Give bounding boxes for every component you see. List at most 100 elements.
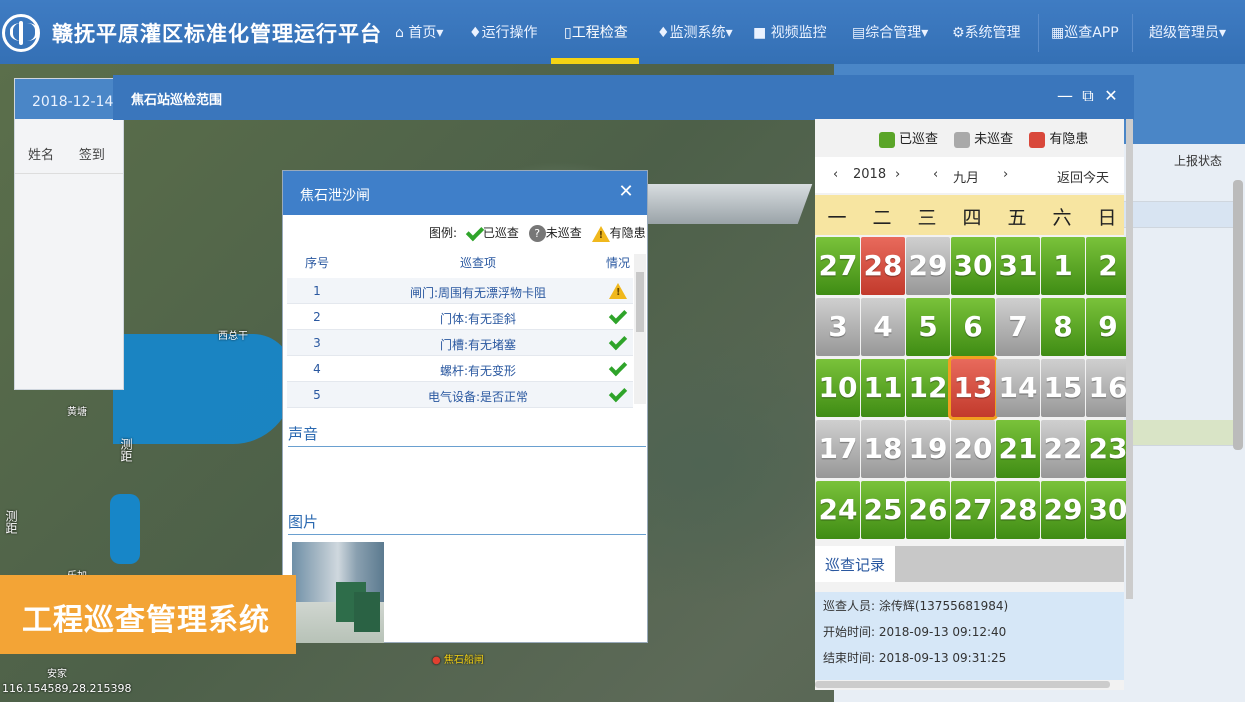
dialog-header: 焦石泄沙闸 ✕ [283,171,647,215]
drop-icon: ♦ [657,25,670,41]
nav-video[interactable]: ■ 视频监控 [753,22,827,42]
table-row[interactable]: 2 门体:有无歪斜 [287,304,633,330]
window-header: 焦石站巡检范围 — ⧉ ✕ [113,75,1134,120]
close-button[interactable]: ✕ [1100,85,1122,107]
next-year-icon[interactable]: › [895,167,900,182]
maximize-button[interactable]: ⧉ [1077,85,1099,107]
calendar-day[interactable]: 4 [861,298,905,356]
close-icon[interactable]: ✕ [616,181,636,202]
nav-home[interactable]: ⌂ 首页▾ [395,22,443,42]
table-row[interactable]: 3 门槽:有无堵塞 [287,330,633,356]
calendar-day[interactable]: 13 [948,356,998,420]
caret-down-icon: ▾ [436,25,444,41]
calendar-day[interactable]: 5 [906,298,950,356]
today-button[interactable]: 返回今天 [1057,167,1109,186]
calendar-day[interactable]: 6 [951,298,995,356]
calendar-day[interactable]: 31 [996,237,1040,295]
drop-icon: ♦ [469,25,482,41]
prev-month-icon[interactable]: ‹ [933,167,938,182]
calendar-day[interactable]: 24 [816,481,860,539]
calendar-day[interactable]: 27 [816,237,860,295]
calendar-day[interactable]: 11 [861,359,905,417]
gate-detail-dialog: 焦石泄沙闸 ✕ 图例: 已巡查 ? 未巡查 ! 有隐患 序号 巡查项 情况 1 闸门:… [282,170,648,643]
caret-down-icon: ▾ [921,25,929,41]
next-month-icon[interactable]: › [1003,167,1008,182]
row-number: 1 [313,284,321,298]
weekday-label: 日 [1097,207,1117,229]
scrollbar[interactable] [815,681,1110,688]
check-icon [465,222,485,241]
nav-monitoring[interactable]: ♦监测系统▾ [657,22,733,42]
top-navbar: 赣抚平原灌区标准化管理运行平台 ⌂ 首页▾ ♦运行操作 ▯工程检查 ♦监测系统▾… [0,0,1245,64]
inspection-photo[interactable] [292,542,384,643]
dialog-title: 焦石泄沙闸 [300,188,370,204]
calendar-day[interactable]: 19 [906,420,950,478]
scrollbar[interactable] [1233,180,1243,450]
map-label[interactable]: 测距 [3,510,20,534]
legend: 图例: 已巡查 ? 未巡查 ! 有隐患 [429,222,646,242]
warning-icon: ! [591,225,610,242]
scrollbar[interactable] [1126,119,1133,599]
calendar-day[interactable]: 18 [861,420,905,478]
table-row[interactable]: 4 螺杆:有无变形 [287,356,633,382]
file-icon: ▤ [852,25,866,41]
calendar-day[interactable]: 10 [816,359,860,417]
nav-divider [1132,14,1133,52]
nav-operation[interactable]: ♦运行操作 [469,22,538,42]
calendar-day[interactable]: 2 [1086,237,1130,295]
calendar-legend: 已巡查 未巡查 有隐患 [867,128,1088,148]
table-row [1124,176,1234,202]
row-item: 门体:有无歪斜 [439,312,517,326]
minimize-button[interactable]: — [1054,85,1076,107]
tab-record[interactable]: 巡查记录 [815,546,895,582]
calendar-day[interactable]: 30 [1086,481,1130,539]
nav-management[interactable]: ▤综合管理▾ [852,22,928,42]
weekday-label: 五 [1007,207,1027,229]
weekday-label: 四 [962,207,982,229]
calendar-day[interactable]: 25 [861,481,905,539]
calendar-day[interactable]: 28 [996,481,1040,539]
calendar-day[interactable]: 8 [1041,298,1085,356]
record-tab-bar: 巡查记录 [815,546,1124,582]
calendar-day[interactable]: 21 [996,420,1040,478]
calendar-day[interactable]: 27 [951,481,995,539]
calendar-day[interactable]: 16 [1086,359,1130,417]
weekday-label: 三 [917,207,937,229]
row-number: 4 [313,362,321,376]
app-title: 赣抚平原灌区标准化管理运行平台 [52,22,382,46]
calendar-day[interactable]: 22 [1041,420,1085,478]
record-details: 巡查人员: 涂传辉(13755681984) 开始时间: 2018-09-13 … [815,592,1124,680]
window-title: 焦石站巡检范围 [131,93,223,108]
scrollbar[interactable] [634,254,646,404]
table-row[interactable]: 5 电气设备:是否正常 [287,382,633,408]
weekday-label: 一 [827,207,847,229]
calendar-day[interactable]: 30 [951,237,995,295]
year-label: 2018 [853,167,887,182]
calendar-day[interactable]: 17 [816,420,860,478]
calendar-day[interactable]: 9 [1086,298,1130,356]
calendar-day[interactable]: 7 [996,298,1040,356]
calendar-day[interactable]: 23 [1086,420,1130,478]
user-menu[interactable]: 超级管理员▾ [1149,22,1226,42]
video-icon: ■ [753,25,771,41]
calendar-day[interactable]: 29 [1041,481,1085,539]
nav-system[interactable]: ⚙系统管理 [952,22,1021,42]
check-icon [603,383,633,402]
record-start: 开始时间: 2018-09-13 09:12:40 [823,625,1007,639]
calendar-day[interactable]: 20 [951,420,995,478]
map-label: 黄塘 [67,407,87,418]
record-end: 结束时间: 2018-09-13 09:31:25 [823,651,1007,665]
prev-year-icon[interactable]: ‹ [833,167,838,182]
nav-inspection[interactable]: ▯工程检查 [564,22,628,42]
calendar-day[interactable]: 26 [906,481,950,539]
nav-app[interactable]: ▦巡查APP [1051,22,1119,42]
calendar-day[interactable]: 14 [996,359,1040,417]
calendar-day[interactable]: 12 [906,359,950,417]
calendar-day[interactable]: 29 [906,237,950,295]
calendar-day[interactable]: 15 [1041,359,1085,417]
table-row[interactable]: 1 闸门:周围有无漂浮物卡阻! [287,278,633,304]
calendar-day[interactable]: 28 [861,237,905,295]
calendar-day[interactable]: 1 [1041,237,1085,295]
calendar-day[interactable]: 3 [816,298,860,356]
background-panel: 2018-12-14 签 姓名 签到 [14,78,124,390]
